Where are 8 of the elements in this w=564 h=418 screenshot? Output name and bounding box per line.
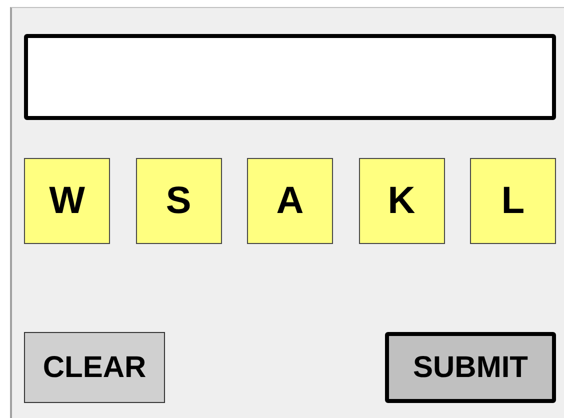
action-button[interactable]: CLEAR: [24, 332, 165, 403]
letter-tile[interactable]: L: [470, 158, 556, 244]
letter-tile[interactable]: S: [136, 158, 222, 244]
letter-tile[interactable]: K: [358, 158, 444, 244]
answer-field[interactable]: [24, 34, 556, 120]
action-button[interactable]: SUBMIT: [385, 332, 556, 403]
letter-tile[interactable]: W: [24, 158, 110, 244]
letter-tile[interactable]: A: [247, 158, 333, 244]
